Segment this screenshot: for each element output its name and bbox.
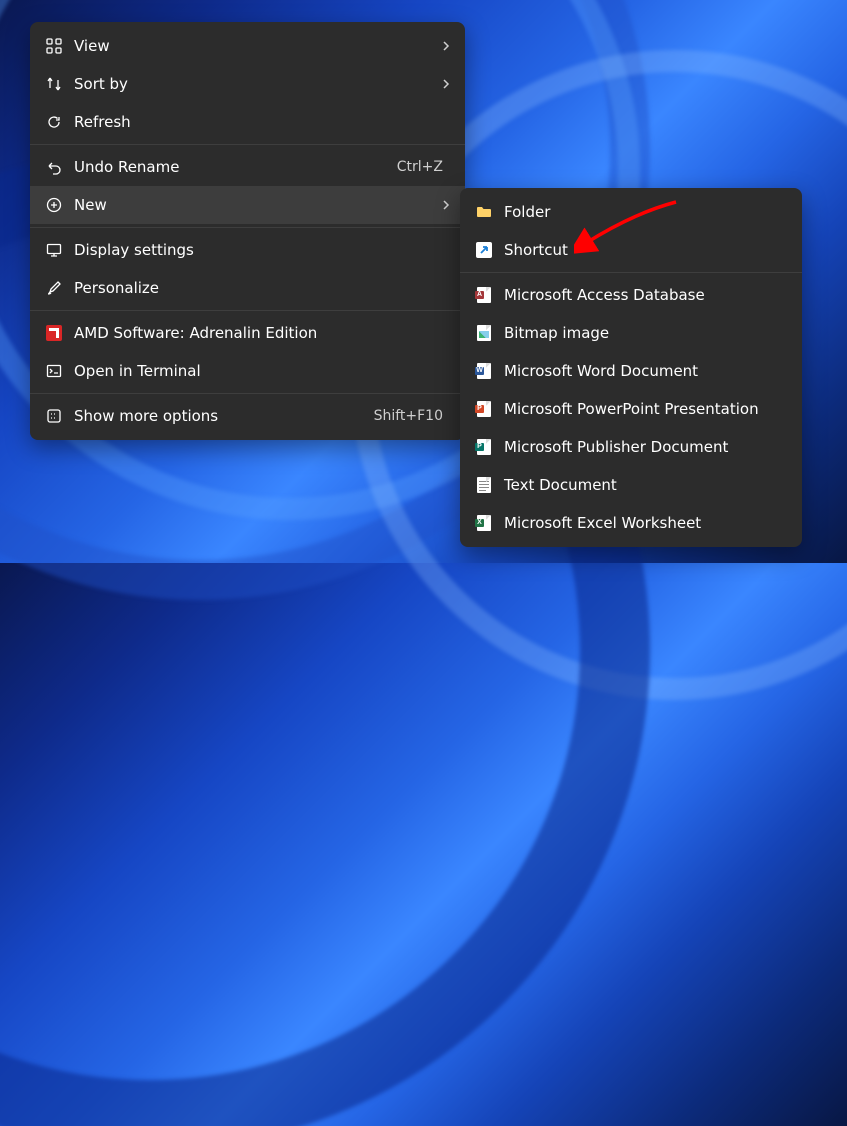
plus-circle-icon bbox=[44, 195, 64, 215]
amd-icon bbox=[44, 323, 64, 343]
menu-separator bbox=[30, 393, 465, 394]
submenu-item-publisher[interactable]: P Microsoft Publisher Document bbox=[460, 428, 802, 466]
chevron-right-icon bbox=[441, 196, 451, 214]
more-options-icon bbox=[44, 406, 64, 426]
submenu-item-label: Microsoft Access Database bbox=[504, 286, 788, 304]
refresh-icon bbox=[44, 112, 64, 132]
folder-icon bbox=[474, 202, 494, 222]
undo-icon bbox=[44, 157, 64, 177]
menu-item-amd-software[interactable]: AMD Software: Adrenalin Edition bbox=[30, 314, 465, 352]
sort-icon bbox=[44, 74, 64, 94]
submenu-item-powerpoint[interactable]: P Microsoft PowerPoint Presentation bbox=[460, 390, 802, 428]
menu-item-sort-by[interactable]: Sort by bbox=[30, 65, 465, 103]
menu-item-label: Sort by bbox=[74, 75, 441, 93]
submenu-item-text[interactable]: Text Document bbox=[460, 466, 802, 504]
menu-item-label: Refresh bbox=[74, 113, 451, 131]
word-icon: W bbox=[474, 361, 494, 381]
menu-item-label: Display settings bbox=[74, 241, 451, 259]
menu-item-undo-rename[interactable]: Undo Rename Ctrl+Z bbox=[30, 148, 465, 186]
submenu-item-label: Microsoft Publisher Document bbox=[504, 438, 788, 456]
publisher-icon: P bbox=[474, 437, 494, 457]
menu-item-refresh[interactable]: Refresh bbox=[30, 103, 465, 141]
access-icon: A bbox=[474, 285, 494, 305]
terminal-icon bbox=[44, 361, 64, 381]
menu-item-label: Undo Rename bbox=[74, 158, 397, 176]
menu-item-new[interactable]: New bbox=[30, 186, 465, 224]
submenu-item-label: Microsoft Excel Worksheet bbox=[504, 514, 788, 532]
menu-item-label: View bbox=[74, 37, 441, 55]
submenu-item-label: Microsoft PowerPoint Presentation bbox=[504, 400, 788, 418]
chevron-right-icon bbox=[441, 37, 451, 55]
menu-separator bbox=[460, 272, 802, 273]
menu-item-shortcut: Ctrl+Z bbox=[397, 159, 443, 175]
menu-item-open-terminal[interactable]: Open in Terminal bbox=[30, 352, 465, 390]
submenu-item-label: Microsoft Word Document bbox=[504, 362, 788, 380]
menu-item-label: AMD Software: Adrenalin Edition bbox=[74, 324, 451, 342]
powerpoint-icon: P bbox=[474, 399, 494, 419]
menu-separator bbox=[30, 310, 465, 311]
view-grid-icon bbox=[44, 36, 64, 56]
submenu-item-word[interactable]: W Microsoft Word Document bbox=[460, 352, 802, 390]
menu-item-view[interactable]: View bbox=[30, 27, 465, 65]
menu-separator bbox=[30, 227, 465, 228]
submenu-item-access[interactable]: A Microsoft Access Database bbox=[460, 276, 802, 314]
submenu-item-shortcut[interactable]: Shortcut bbox=[460, 231, 802, 269]
shortcut-icon bbox=[474, 240, 494, 260]
submenu-item-label: Bitmap image bbox=[504, 324, 788, 342]
excel-icon: X bbox=[474, 513, 494, 533]
desktop-context-menu: View Sort by Refresh Undo Rename Ctrl+Z … bbox=[30, 22, 465, 440]
bitmap-icon bbox=[474, 323, 494, 343]
text-file-icon bbox=[474, 475, 494, 495]
submenu-item-label: Text Document bbox=[504, 476, 788, 494]
new-submenu: Folder Shortcut A Microsoft Access Datab… bbox=[460, 188, 802, 547]
menu-item-label: Personalize bbox=[74, 279, 451, 297]
menu-item-label: Show more options bbox=[74, 407, 374, 425]
menu-separator bbox=[30, 144, 465, 145]
menu-item-shortcut: Shift+F10 bbox=[374, 408, 443, 424]
submenu-item-bitmap[interactable]: Bitmap image bbox=[460, 314, 802, 352]
brush-icon bbox=[44, 278, 64, 298]
menu-item-show-more-options[interactable]: Show more options Shift+F10 bbox=[30, 397, 465, 435]
submenu-item-label: Folder bbox=[504, 203, 788, 221]
submenu-item-excel[interactable]: X Microsoft Excel Worksheet bbox=[460, 504, 802, 542]
menu-item-label: Open in Terminal bbox=[74, 362, 451, 380]
menu-item-personalize[interactable]: Personalize bbox=[30, 269, 465, 307]
submenu-item-label: Shortcut bbox=[504, 241, 788, 259]
menu-item-display-settings[interactable]: Display settings bbox=[30, 231, 465, 269]
chevron-right-icon bbox=[441, 75, 451, 93]
submenu-item-folder[interactable]: Folder bbox=[460, 193, 802, 231]
menu-item-label: New bbox=[74, 196, 441, 214]
monitor-icon bbox=[44, 240, 64, 260]
